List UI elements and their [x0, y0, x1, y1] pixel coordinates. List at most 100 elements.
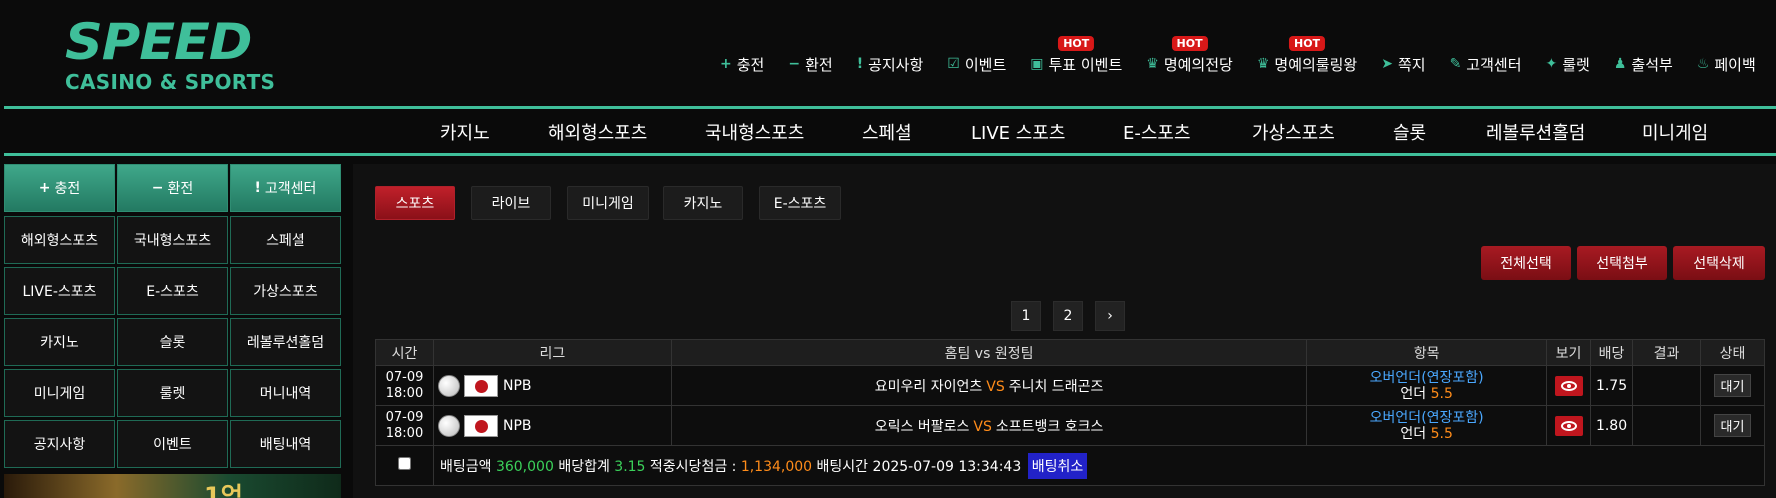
nav-icon: ♨ [1696, 56, 1710, 72]
market-cell: 오버언더(연장포함) 언더 5.5 [1306, 405, 1548, 446]
view-button[interactable] [1554, 375, 1583, 396]
main-nav-casino[interactable]: 카지노 [440, 119, 490, 145]
sidebar-item[interactable]: 배팅내역 [230, 420, 341, 468]
tab-live[interactable]: 라이브 [471, 186, 551, 220]
time-cell: 07-09 18:00 [375, 405, 434, 446]
match-time: 18:00 [385, 425, 424, 441]
sidebar: 1억 + 충전 − 환전! 고객센터해외형스포츠 국내형스포츠 스페셜 LIVE-스포츠 E-스… [4, 164, 341, 498]
top-nav: + 충전 − 환전! 공지사항 ☑ 이벤트 HOT ▣ 투표 이벤트 HOT ♛ 명예의전당 HOT ♛ 명예… [720, 35, 1776, 76]
sidebar-button-label: 환전 [167, 181, 194, 197]
main-nav-live-sports[interactable]: LIVE 스포츠 [971, 119, 1065, 145]
sidebar-item[interactable]: 레볼루션홀덤 [230, 318, 341, 366]
top-nav-label: 투표 이벤트 [1048, 55, 1123, 74]
sidebar-banner[interactable]: 1억 [4, 474, 341, 498]
odds-total: 3.15 [614, 458, 646, 475]
nav-icon: ♛ [1146, 56, 1159, 72]
top-nav-label: 룰렛 [1562, 55, 1590, 74]
cancel-bet-button[interactable]: 배팅취소 [1027, 452, 1088, 479]
top-nav-item[interactable]: + 충전 [720, 54, 764, 75]
top-nav-item[interactable]: ➤ 쪽지 [1381, 54, 1425, 75]
header: SPEED CASINO & SPORTS + 충전 − 환전 ! 공지사항 ☑ 이벤트 HOT… [0, 0, 1776, 106]
top-nav-label: 고객센터 [1466, 55, 1522, 74]
nav-icon: + [720, 56, 732, 72]
main-nav-overseas-sports[interactable]: 해외형스포츠 [548, 119, 647, 145]
sidebar-item[interactable]: 가상스포츠 [230, 267, 341, 315]
sidebar-item[interactable]: 슬롯 [117, 318, 228, 366]
bet-amount-label: 배팅금액 [439, 458, 492, 475]
top-nav-item[interactable]: ✎ 고객센터 [1450, 54, 1522, 75]
main-nav-esports[interactable]: E-스포츠 [1123, 119, 1191, 145]
page-2-button[interactable]: 2 [1053, 301, 1083, 331]
market-name: 오버언더(연장포함) [1369, 369, 1484, 386]
tab-minigame[interactable]: 미니게임 [567, 186, 649, 220]
attach-selected-button[interactable]: 선택첨부 [1577, 246, 1667, 280]
main-nav-special[interactable]: 스페셜 [862, 119, 912, 145]
nav-icon: − [788, 56, 801, 72]
odds-total-label: 배당합계 [558, 458, 610, 475]
top-nav-label: 이벤트 [964, 55, 1007, 74]
sidebar-item[interactable]: 해외형스포츠 [4, 216, 115, 264]
top-nav-item[interactable]: HOT ♛ 명예의룰링왕 [1257, 35, 1358, 75]
time-cell: 07-09 18:00 [375, 365, 434, 406]
main-nav-virtual-sports[interactable]: 가상스포츠 [1252, 119, 1335, 145]
market-pick: 언더 [1400, 385, 1427, 402]
logo[interactable]: SPEED CASINO & SPORTS [65, 16, 305, 100]
sidebar-top-button[interactable]: ! 고객센터 [230, 164, 341, 212]
select-checkbox[interactable] [397, 457, 411, 470]
win-amount: 1,134,000 [740, 458, 813, 475]
tab-casino[interactable]: 카지노 [663, 186, 743, 220]
view-button[interactable] [1554, 415, 1583, 436]
next-page-button[interactable]: › [1095, 301, 1125, 331]
table-header-row: 시간 리그 홈팀 vs 원정팀 항목 보기 배당 결과 상태 [375, 339, 1766, 366]
page-1-button[interactable]: 1 [1011, 301, 1041, 331]
hot-badge: HOT [1289, 35, 1326, 51]
select-all-button[interactable]: 전체선택 [1481, 246, 1571, 280]
top-nav-item[interactable]: ☑ 이벤트 [947, 54, 1006, 75]
market-pick: 언더 [1400, 425, 1427, 442]
top-nav-item[interactable]: ✦ 룰렛 [1546, 54, 1590, 75]
sidebar-icon: + [38, 180, 51, 196]
col-result: 결과 [1632, 339, 1701, 366]
sidebar-item[interactable]: 카지노 [4, 318, 115, 366]
col-market: 항목 [1306, 339, 1548, 366]
tab-sports[interactable]: 스포츠 [375, 186, 455, 220]
top-nav-item[interactable]: ! 공지사항 [857, 54, 924, 75]
sidebar-item[interactable]: 미니게임 [4, 369, 115, 417]
sidebar-item[interactable]: 스페셜 [230, 216, 341, 264]
away-team: 소프트뱅크 호크스 [995, 418, 1104, 435]
col-view: 보기 [1546, 339, 1592, 366]
sidebar-item[interactable]: LIVE-스포츠 [4, 267, 115, 315]
top-nav-item[interactable]: ♨ 페이백 [1697, 54, 1756, 75]
bet-amount: 360,000 [495, 458, 554, 475]
top-nav-label: 페이백 [1714, 55, 1756, 74]
main-nav-slots[interactable]: 슬롯 [1393, 119, 1426, 145]
league-cell: NPB [432, 405, 672, 446]
tab-esports[interactable]: E-스포츠 [759, 186, 841, 220]
main-nav-minigame[interactable]: 미니게임 [1642, 119, 1708, 145]
delete-selected-button[interactable]: 선택삭제 [1673, 246, 1765, 280]
top-nav-item[interactable]: HOT ▣ 투표 이벤트 [1030, 35, 1123, 75]
league-name: NPB [502, 377, 532, 394]
japan-flag-icon [463, 414, 498, 437]
sidebar-item[interactable]: E-스포츠 [117, 267, 228, 315]
sidebar-item[interactable]: 공지사항 [4, 420, 115, 468]
view-cell [1546, 405, 1592, 446]
market-cell: 오버언더(연장포함) 언더 5.5 [1306, 365, 1548, 406]
sidebar-top-button[interactable]: − 환전 [117, 164, 228, 212]
nav-icon: ! [856, 56, 864, 72]
vs-label: VS [986, 378, 1005, 395]
market-name: 오버언더(연장포함) [1369, 409, 1484, 426]
sidebar-item[interactable]: 이벤트 [117, 420, 228, 468]
sidebar-item[interactable]: 국내형스포츠 [117, 216, 228, 264]
main-nav-domestic-sports[interactable]: 국내형스포츠 [705, 119, 804, 145]
sidebar-item[interactable]: 룰렛 [117, 369, 228, 417]
top-nav-item[interactable]: HOT ♛ 명예의전당 [1146, 35, 1233, 75]
nav-icon: ♟ [1613, 56, 1627, 72]
main-nav-revolution-holdem[interactable]: 레볼루션홀덤 [1486, 119, 1585, 145]
sidebar-top-button[interactable]: + 충전 [4, 164, 115, 212]
top-nav-label: 명예의전당 [1163, 55, 1233, 74]
top-nav-item[interactable]: − 환전 [788, 54, 832, 75]
top-nav-label: 명예의룰링왕 [1274, 55, 1358, 74]
sidebar-item[interactable]: 머니내역 [230, 369, 341, 417]
top-nav-item[interactable]: ♟ 출석부 [1614, 54, 1673, 75]
